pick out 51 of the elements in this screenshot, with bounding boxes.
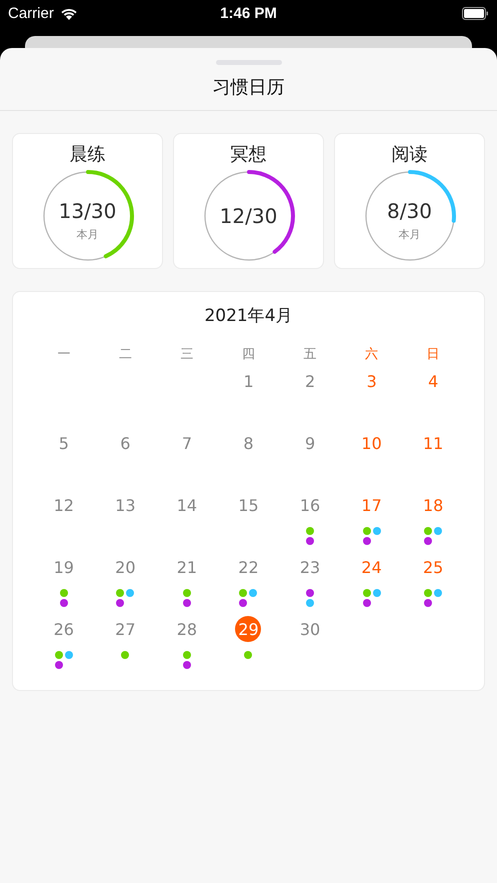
day-number[interactable]: 28: [174, 616, 200, 642]
day-number[interactable]: 13: [112, 492, 138, 518]
weekday-label: 日: [426, 346, 441, 364]
habit-caption: 本月: [398, 226, 420, 242]
habit-name: 阅读: [392, 143, 428, 166]
habit-caption: 本月: [76, 226, 98, 242]
status-time: 1:46 PM: [220, 4, 277, 22]
weekday-label: 五: [302, 346, 318, 364]
day-number[interactable]: 1: [236, 368, 262, 394]
weekday-label: 一: [56, 346, 72, 364]
day-number[interactable]: 9: [297, 430, 324, 456]
weekday-label: 三: [179, 346, 194, 364]
month-title: 2021年4月: [203, 305, 294, 328]
day-number[interactable]: 7: [174, 430, 200, 456]
day-number[interactable]: 20: [112, 554, 138, 580]
day-number[interactable]: 26: [50, 616, 77, 642]
battery-icon: [462, 6, 490, 20]
day-number[interactable]: 18: [420, 492, 446, 518]
weekday-label: 六: [364, 346, 380, 364]
day-number[interactable]: 12: [50, 492, 77, 518]
day-number[interactable]: 5: [50, 430, 77, 456]
habit-count: 13/30: [58, 198, 116, 222]
day-number[interactable]: 3: [358, 368, 385, 394]
day-number[interactable]: 23: [297, 554, 324, 580]
day-number[interactable]: 6: [112, 430, 138, 456]
weekday-label: 四: [240, 346, 256, 364]
day-number[interactable]: 4: [420, 368, 446, 394]
habit-count: 8/30: [387, 198, 432, 222]
day-number[interactable]: 19: [50, 554, 77, 580]
day-number[interactable]: 30: [297, 616, 324, 642]
day-number[interactable]: 24: [358, 554, 385, 580]
day-number[interactable]: 15: [235, 492, 262, 518]
day-number[interactable]: 27: [112, 616, 138, 642]
day-number[interactable]: 11: [420, 430, 446, 456]
carrier-label: Carrier: [8, 4, 54, 22]
day-number[interactable]: 17: [358, 492, 385, 518]
day-number[interactable]: 10: [358, 430, 385, 456]
habit-count: 12/30: [220, 204, 278, 228]
weekday-label: 二: [118, 346, 133, 364]
day-number[interactable]: 14: [174, 492, 200, 518]
habit-name: 冥想: [230, 143, 266, 166]
day-number[interactable]: 8: [235, 430, 262, 456]
day-number[interactable]: 2: [297, 368, 324, 394]
day-number[interactable]: 22: [235, 554, 262, 580]
wifi-icon: [60, 6, 78, 20]
day-number[interactable]: 29: [235, 616, 262, 642]
day-number[interactable]: 25: [420, 554, 446, 580]
habit-name: 晨练: [70, 143, 106, 166]
day-number[interactable]: 16: [297, 492, 324, 518]
day-number[interactable]: 21: [174, 554, 200, 580]
sheet-title: 习惯日历: [212, 76, 284, 99]
